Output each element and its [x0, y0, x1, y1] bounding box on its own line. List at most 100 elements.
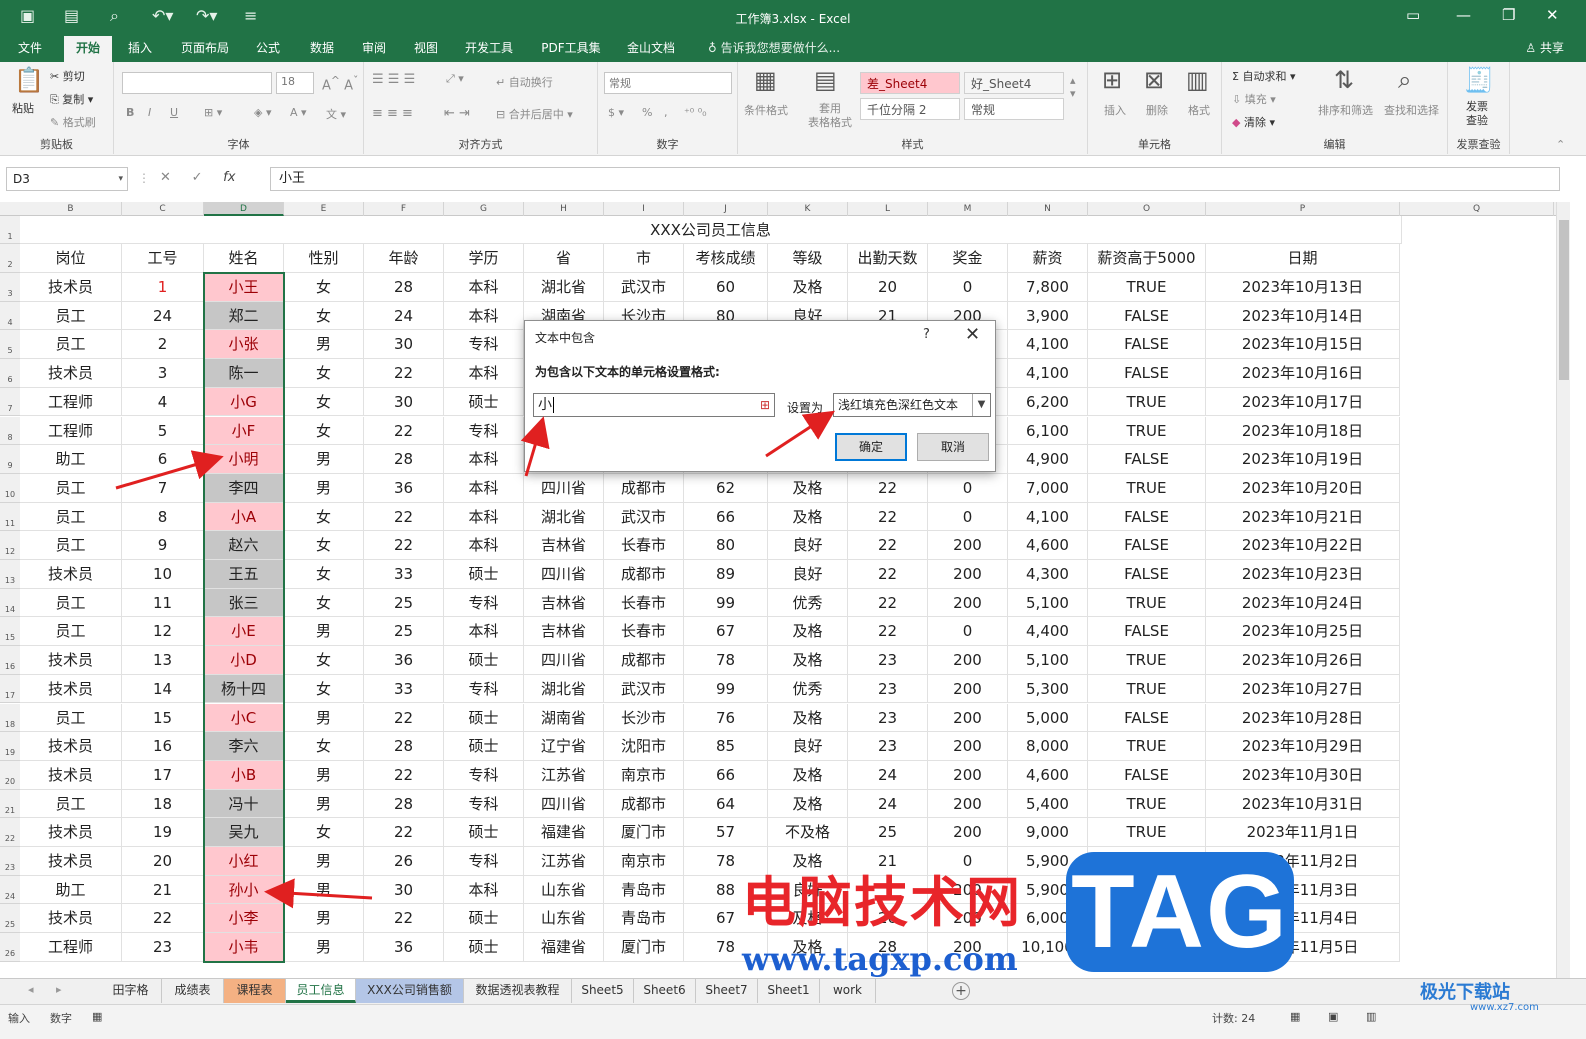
find-select-button[interactable]: 查找和选择	[1384, 102, 1439, 118]
table-cell[interactable]: 男	[284, 789, 364, 819]
row-header[interactable]: 5	[0, 330, 20, 360]
table-cell[interactable]: 技术员	[20, 646, 122, 675]
table-cell[interactable]: 本科	[444, 875, 524, 905]
table-cell[interactable]: 18	[122, 789, 204, 819]
table-cell[interactable]: 及格	[768, 760, 848, 790]
table-cell[interactable]: 2023年10月21日	[1206, 502, 1400, 532]
table-cell[interactable]: 助工	[20, 445, 122, 474]
table-cell[interactable]: 南京市	[604, 847, 684, 876]
table-cell[interactable]: 本科	[444, 617, 524, 647]
header-cell[interactable]: 薪资高于5000	[1088, 244, 1206, 273]
ok-button[interactable]: 确定	[835, 433, 907, 461]
table-cell[interactable]: 5,400	[1008, 789, 1088, 819]
table-cell[interactable]: 吉林省	[524, 531, 604, 560]
table-cell[interactable]: 89	[684, 560, 768, 589]
table-cell[interactable]: 2023年10月24日	[1206, 588, 1400, 618]
row-header[interactable]: 16	[0, 646, 20, 675]
table-cell[interactable]: 本科	[444, 473, 524, 503]
merge-center-button[interactable]: ⊟ 合并后居中 ▾	[496, 106, 573, 122]
maximize-icon[interactable]: ❐	[1502, 6, 1515, 24]
table-cell[interactable]: 技术员	[20, 818, 122, 847]
table-cell[interactable]: 工程师	[20, 416, 122, 446]
table-cell[interactable]: 及格	[768, 273, 848, 302]
format-painter-button[interactable]: ✎ 格式刷	[50, 114, 96, 130]
table-cell[interactable]: TRUE	[1088, 588, 1206, 618]
tab-home[interactable]: 开始	[64, 36, 112, 62]
table-cell[interactable]: 5,100	[1008, 588, 1088, 618]
table-cell[interactable]: 专科	[444, 760, 524, 790]
name-cell[interactable]: 小红	[204, 847, 284, 876]
row-header[interactable]: 3	[0, 273, 20, 302]
table-cell[interactable]: 女	[284, 502, 364, 532]
table-cell[interactable]: 男	[284, 703, 364, 733]
table-cell[interactable]: 20	[848, 273, 928, 302]
table-cell[interactable]: 男	[284, 933, 364, 962]
table-cell[interactable]: 22	[848, 473, 928, 503]
table-cell[interactable]: 7,800	[1008, 273, 1088, 302]
table-cell[interactable]: 22	[122, 904, 204, 934]
column-header-o[interactable]: O	[1088, 202, 1206, 216]
table-cell[interactable]: 及格	[768, 646, 848, 675]
table-cell[interactable]: 22	[848, 502, 928, 532]
sheet-tab[interactable]: Sheet7	[696, 979, 758, 1003]
tell-me-search[interactable]: ♁ 告诉我您想要做什么...	[708, 36, 840, 60]
sheet-tab[interactable]: 员工信息	[286, 979, 356, 1003]
table-cell[interactable]: 员工	[20, 703, 122, 733]
table-cell[interactable]: 6,200	[1008, 387, 1088, 417]
table-cell[interactable]: FALSE	[1088, 445, 1206, 474]
table-cell[interactable]: 长春市	[604, 588, 684, 618]
tab-developer[interactable]: 开发工具	[456, 36, 522, 62]
table-cell[interactable]: TRUE	[1088, 416, 1206, 446]
name-cell[interactable]: 小王	[204, 273, 284, 302]
format-select[interactable]: 浅红填充色深红色文本 ▼	[833, 393, 991, 417]
prev-sheet-icon[interactable]: ◂	[28, 983, 34, 996]
table-cell[interactable]: 长春市	[604, 531, 684, 560]
sheet-tab[interactable]: 数据透视表教程	[464, 979, 572, 1003]
table-cell[interactable]: 24	[364, 301, 444, 331]
name-cell[interactable]: 赵六	[204, 531, 284, 560]
table-cell[interactable]: 硕士	[444, 387, 524, 417]
table-cell[interactable]: 2023年10月15日	[1206, 330, 1400, 360]
name-cell[interactable]: 张三	[204, 588, 284, 618]
table-cell[interactable]: 22	[364, 502, 444, 532]
table-cell[interactable]: 12	[122, 617, 204, 647]
format-cells-button[interactable]: 格式	[1188, 102, 1210, 118]
table-cell[interactable]: 30	[364, 387, 444, 417]
table-cell[interactable]: 男	[284, 617, 364, 647]
name-cell[interactable]: 小A	[204, 502, 284, 532]
table-cell[interactable]: FALSE	[1088, 760, 1206, 790]
table-cell[interactable]: 200	[928, 560, 1008, 589]
sheet-title-cell[interactable]: XXX公司员工信息	[20, 216, 1402, 244]
table-cell[interactable]: 女	[284, 674, 364, 704]
table-cell[interactable]: 4,100	[1008, 359, 1088, 388]
table-cell[interactable]: 1	[122, 273, 204, 302]
font-size-box[interactable]: 18	[276, 72, 314, 94]
table-cell[interactable]: 7	[122, 473, 204, 503]
table-cell[interactable]: 33	[364, 560, 444, 589]
find-select-icon[interactable]: ⌕	[1398, 66, 1411, 94]
table-cell[interactable]: 湖北省	[524, 502, 604, 532]
header-cell[interactable]: 薪资	[1008, 244, 1088, 273]
table-cell[interactable]: 62	[684, 473, 768, 503]
table-cell[interactable]: 青岛市	[604, 904, 684, 934]
table-cell[interactable]: 优秀	[768, 588, 848, 618]
table-cell[interactable]: 0	[928, 273, 1008, 302]
table-cell[interactable]: TRUE	[1088, 646, 1206, 675]
table-cell[interactable]: 5,000	[1008, 703, 1088, 733]
name-cell[interactable]: 小明	[204, 445, 284, 474]
table-cell[interactable]: 76	[684, 703, 768, 733]
close-icon[interactable]: ✕	[1546, 6, 1559, 24]
row-header[interactable]: 9	[0, 445, 20, 474]
table-cell[interactable]: 6	[122, 445, 204, 474]
table-cell[interactable]: 女	[284, 818, 364, 847]
table-cell[interactable]: 青岛市	[604, 875, 684, 905]
table-cell[interactable]: FALSE	[1088, 502, 1206, 532]
insert-function-icon[interactable]: fx	[223, 170, 235, 185]
table-cell[interactable]: 85	[684, 732, 768, 761]
column-header-c[interactable]: C	[122, 202, 204, 216]
table-cell[interactable]: 23	[122, 933, 204, 962]
header-cell[interactable]: 岗位	[20, 244, 122, 273]
sheet-tab[interactable]: 田字格	[100, 979, 162, 1003]
table-cell[interactable]: 及格	[768, 789, 848, 819]
table-cell[interactable]: 专科	[444, 588, 524, 618]
